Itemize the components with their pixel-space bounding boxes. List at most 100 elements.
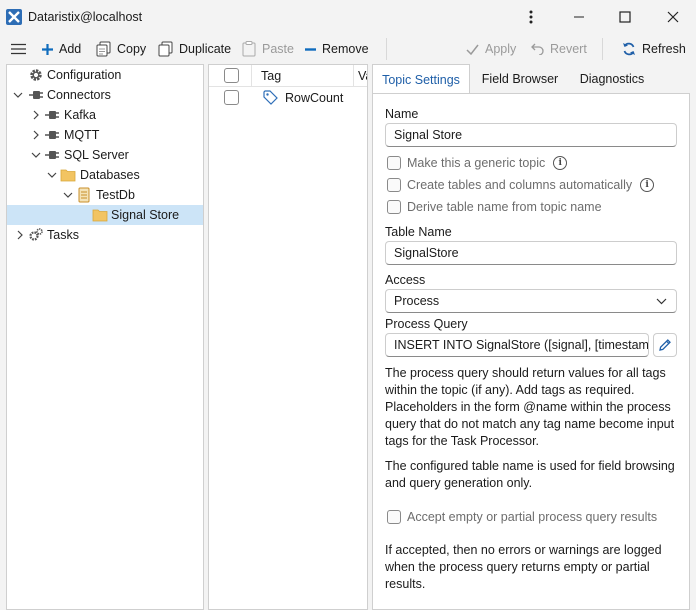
checkbox-box[interactable] [387, 510, 401, 524]
tab-diagnostics[interactable]: Diagnostics [570, 64, 654, 94]
plug-icon [45, 131, 59, 139]
maximize-button[interactable] [602, 0, 648, 34]
access-select[interactable]: Process [385, 289, 677, 313]
revert-button[interactable]: Revert [531, 39, 587, 59]
checkmark-icon [466, 44, 479, 55]
chevron-down-icon[interactable] [47, 170, 57, 180]
select-all-checkbox[interactable] [224, 68, 239, 83]
duplicate-label: Duplicate [179, 42, 232, 56]
title-bar: Dataristix@localhost [0, 0, 696, 34]
checkbox-box[interactable] [387, 156, 401, 170]
minimize-button[interactable] [556, 0, 602, 34]
tree-item-kafka[interactable]: Kafka [7, 105, 203, 125]
checkbox-box[interactable] [387, 178, 401, 192]
row-checkbox[interactable] [224, 90, 239, 105]
chevron-down-icon[interactable] [31, 150, 41, 160]
chevron-down-icon[interactable] [13, 90, 23, 100]
name-field[interactable]: Signal Store [385, 123, 677, 147]
gears-icon [29, 228, 43, 241]
maximize-icon [619, 11, 631, 23]
tree-label: MQTT [64, 128, 100, 142]
chevron-right-icon[interactable] [15, 230, 25, 240]
tab-topic-settings[interactable]: Topic Settings [372, 64, 470, 94]
apply-label: Apply [485, 42, 517, 56]
chevron-down-icon[interactable] [63, 190, 73, 200]
accept-empty-results-checkbox[interactable]: Accept empty or partial process query re… [387, 508, 657, 526]
info-icon[interactable]: i [640, 178, 655, 192]
process-query-field[interactable]: INSERT INTO SignalStore ([signal], [time… [385, 333, 649, 357]
process-query-help: The process query should return values f… [385, 366, 675, 448]
chevron-right-icon[interactable] [31, 110, 41, 120]
close-button[interactable] [650, 0, 696, 34]
paste-button[interactable]: Paste [242, 39, 294, 59]
toolbar-divider [602, 38, 603, 60]
plug-icon [45, 111, 59, 119]
table-name-field[interactable]: SignalStore [385, 241, 677, 265]
tree-item-signal-store[interactable]: Signal Store [7, 205, 203, 225]
column-header-tag[interactable]: Tag [261, 69, 281, 83]
tab-field-browser[interactable]: Field Browser [472, 64, 568, 94]
tree-label: TestDb [96, 188, 135, 202]
access-label: Access [385, 273, 426, 287]
gear-icon [30, 69, 42, 81]
tree-item-sql-server[interactable]: SQL Server [7, 145, 203, 165]
table-name-help: The configured table name is used for fi… [385, 459, 675, 490]
tree-item-connectors[interactable]: Connectors [7, 85, 203, 105]
more-options-button[interactable] [508, 0, 554, 34]
derive-table-name-checkbox[interactable]: Derive table name from topic name [387, 198, 602, 216]
more-icon [529, 10, 533, 24]
remove-button[interactable]: Remove [305, 39, 369, 59]
minus-icon [305, 47, 316, 51]
refresh-label: Refresh [642, 42, 686, 56]
create-tables-label: Create tables and columns automatically [407, 178, 633, 192]
create-tables-checkbox[interactable]: Create tables and columns automatically … [387, 176, 655, 194]
duplicate-button[interactable]: Duplicate [158, 39, 231, 59]
paste-icon [242, 41, 256, 57]
accept-empty-help: If accepted, then no errors or warnings … [385, 543, 662, 591]
settings-tabs: Topic Settings Field Browser Diagnostics [372, 64, 696, 94]
duplicate-icon [158, 41, 173, 57]
access-selected-value: Process [394, 294, 440, 308]
menu-button[interactable] [11, 39, 26, 59]
apply-button[interactable]: Apply [466, 39, 516, 59]
refresh-icon [623, 42, 635, 56]
app-logo-icon [6, 9, 22, 25]
column-divider[interactable] [353, 65, 354, 87]
chevron-right-icon[interactable] [31, 130, 41, 140]
info-icon[interactable]: i [553, 156, 568, 170]
undo-icon [531, 43, 544, 55]
accept-empty-label: Accept empty or partial process query re… [407, 510, 658, 524]
refresh-button[interactable]: Refresh [622, 39, 686, 59]
tree-label: Configuration [47, 68, 122, 82]
minimize-icon [574, 16, 584, 18]
plug-icon [29, 91, 43, 99]
edit-query-button[interactable] [653, 333, 677, 357]
tag-icon [263, 90, 278, 105]
derive-table-label: Derive table name from topic name [407, 200, 602, 214]
add-button[interactable]: Add [42, 39, 81, 59]
tag-list-header: Tag Va [209, 65, 367, 87]
tree-item-tasks[interactable]: Tasks [7, 225, 203, 245]
chevron-down-icon [656, 298, 667, 305]
tree-item-databases[interactable]: Databases [7, 165, 203, 185]
table-row[interactable]: RowCount [209, 87, 367, 109]
folder-icon [92, 209, 108, 222]
checkbox-box[interactable] [387, 200, 401, 214]
hamburger-menu-icon [11, 43, 26, 55]
plus-icon [42, 43, 53, 55]
database-icon [78, 187, 90, 203]
copy-button[interactable]: Copy [96, 39, 146, 59]
copy-label: Copy [117, 42, 147, 56]
add-label: Add [59, 42, 82, 56]
tree-item-configuration[interactable]: Configuration [7, 65, 203, 85]
column-header-value[interactable]: Va [358, 69, 367, 83]
copy-icon [96, 41, 111, 57]
tree-item-mqtt[interactable]: MQTT [7, 125, 203, 145]
remove-label: Remove [322, 42, 369, 56]
tree-label: SQL Server [64, 148, 129, 162]
table-name-label: Table Name [385, 225, 452, 239]
paste-label: Paste [262, 42, 294, 56]
generic-topic-checkbox[interactable]: Make this a generic topic i [387, 154, 568, 172]
tree-item-testdb[interactable]: TestDb [7, 185, 203, 205]
toolbar-divider [386, 38, 387, 60]
